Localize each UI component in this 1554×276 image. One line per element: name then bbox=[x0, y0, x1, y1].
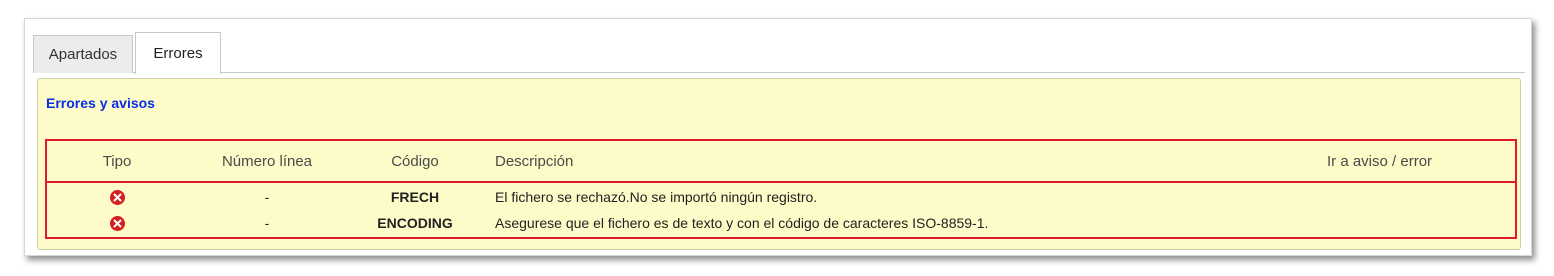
cell-codigo: ENCODING bbox=[377, 215, 453, 231]
header-tipo[interactable]: Tipo bbox=[77, 141, 157, 181]
table-row[interactable]: - FRECH El fichero se rechazó.No se impo… bbox=[47, 184, 1515, 210]
tab-apartados[interactable]: Apartados bbox=[33, 35, 133, 73]
errors-grid: Tipo Número línea Código Descripción Ir … bbox=[45, 139, 1517, 239]
tab-apartados-label: Apartados bbox=[48, 46, 118, 63]
tab-bar: Apartados Errores bbox=[33, 29, 1525, 74]
cell-descripcion: Asegurese que el fichero es de texto y c… bbox=[495, 215, 989, 231]
cell-codigo: FRECH bbox=[390, 189, 440, 205]
tab-errores-label: Errores bbox=[153, 45, 203, 62]
panel-title: Errores y avisos bbox=[46, 95, 155, 111]
error-icon bbox=[109, 189, 125, 205]
cell-numero-linea: - bbox=[264, 189, 270, 205]
errors-panel: Errores y avisos Tipo Número línea Códig… bbox=[37, 78, 1521, 250]
errors-window: Apartados Errores Errores y avisos Tipo … bbox=[24, 18, 1532, 256]
header-codigo[interactable]: Código bbox=[365, 141, 465, 181]
cell-numero-linea: - bbox=[264, 215, 270, 231]
tab-errores[interactable]: Errores bbox=[135, 32, 221, 74]
cell-descripcion: El fichero se rechazó.No se importó ning… bbox=[495, 189, 818, 205]
header-ir-a-aviso[interactable]: Ir a aviso / error bbox=[1327, 141, 1487, 181]
error-icon bbox=[109, 215, 125, 231]
grid-header: Tipo Número línea Código Descripción Ir … bbox=[47, 141, 1515, 183]
header-numero-linea[interactable]: Número línea bbox=[207, 141, 327, 181]
header-descripcion[interactable]: Descripción bbox=[495, 141, 795, 181]
table-row[interactable]: - ENCODING Asegurese que el fichero es d… bbox=[47, 210, 1515, 236]
